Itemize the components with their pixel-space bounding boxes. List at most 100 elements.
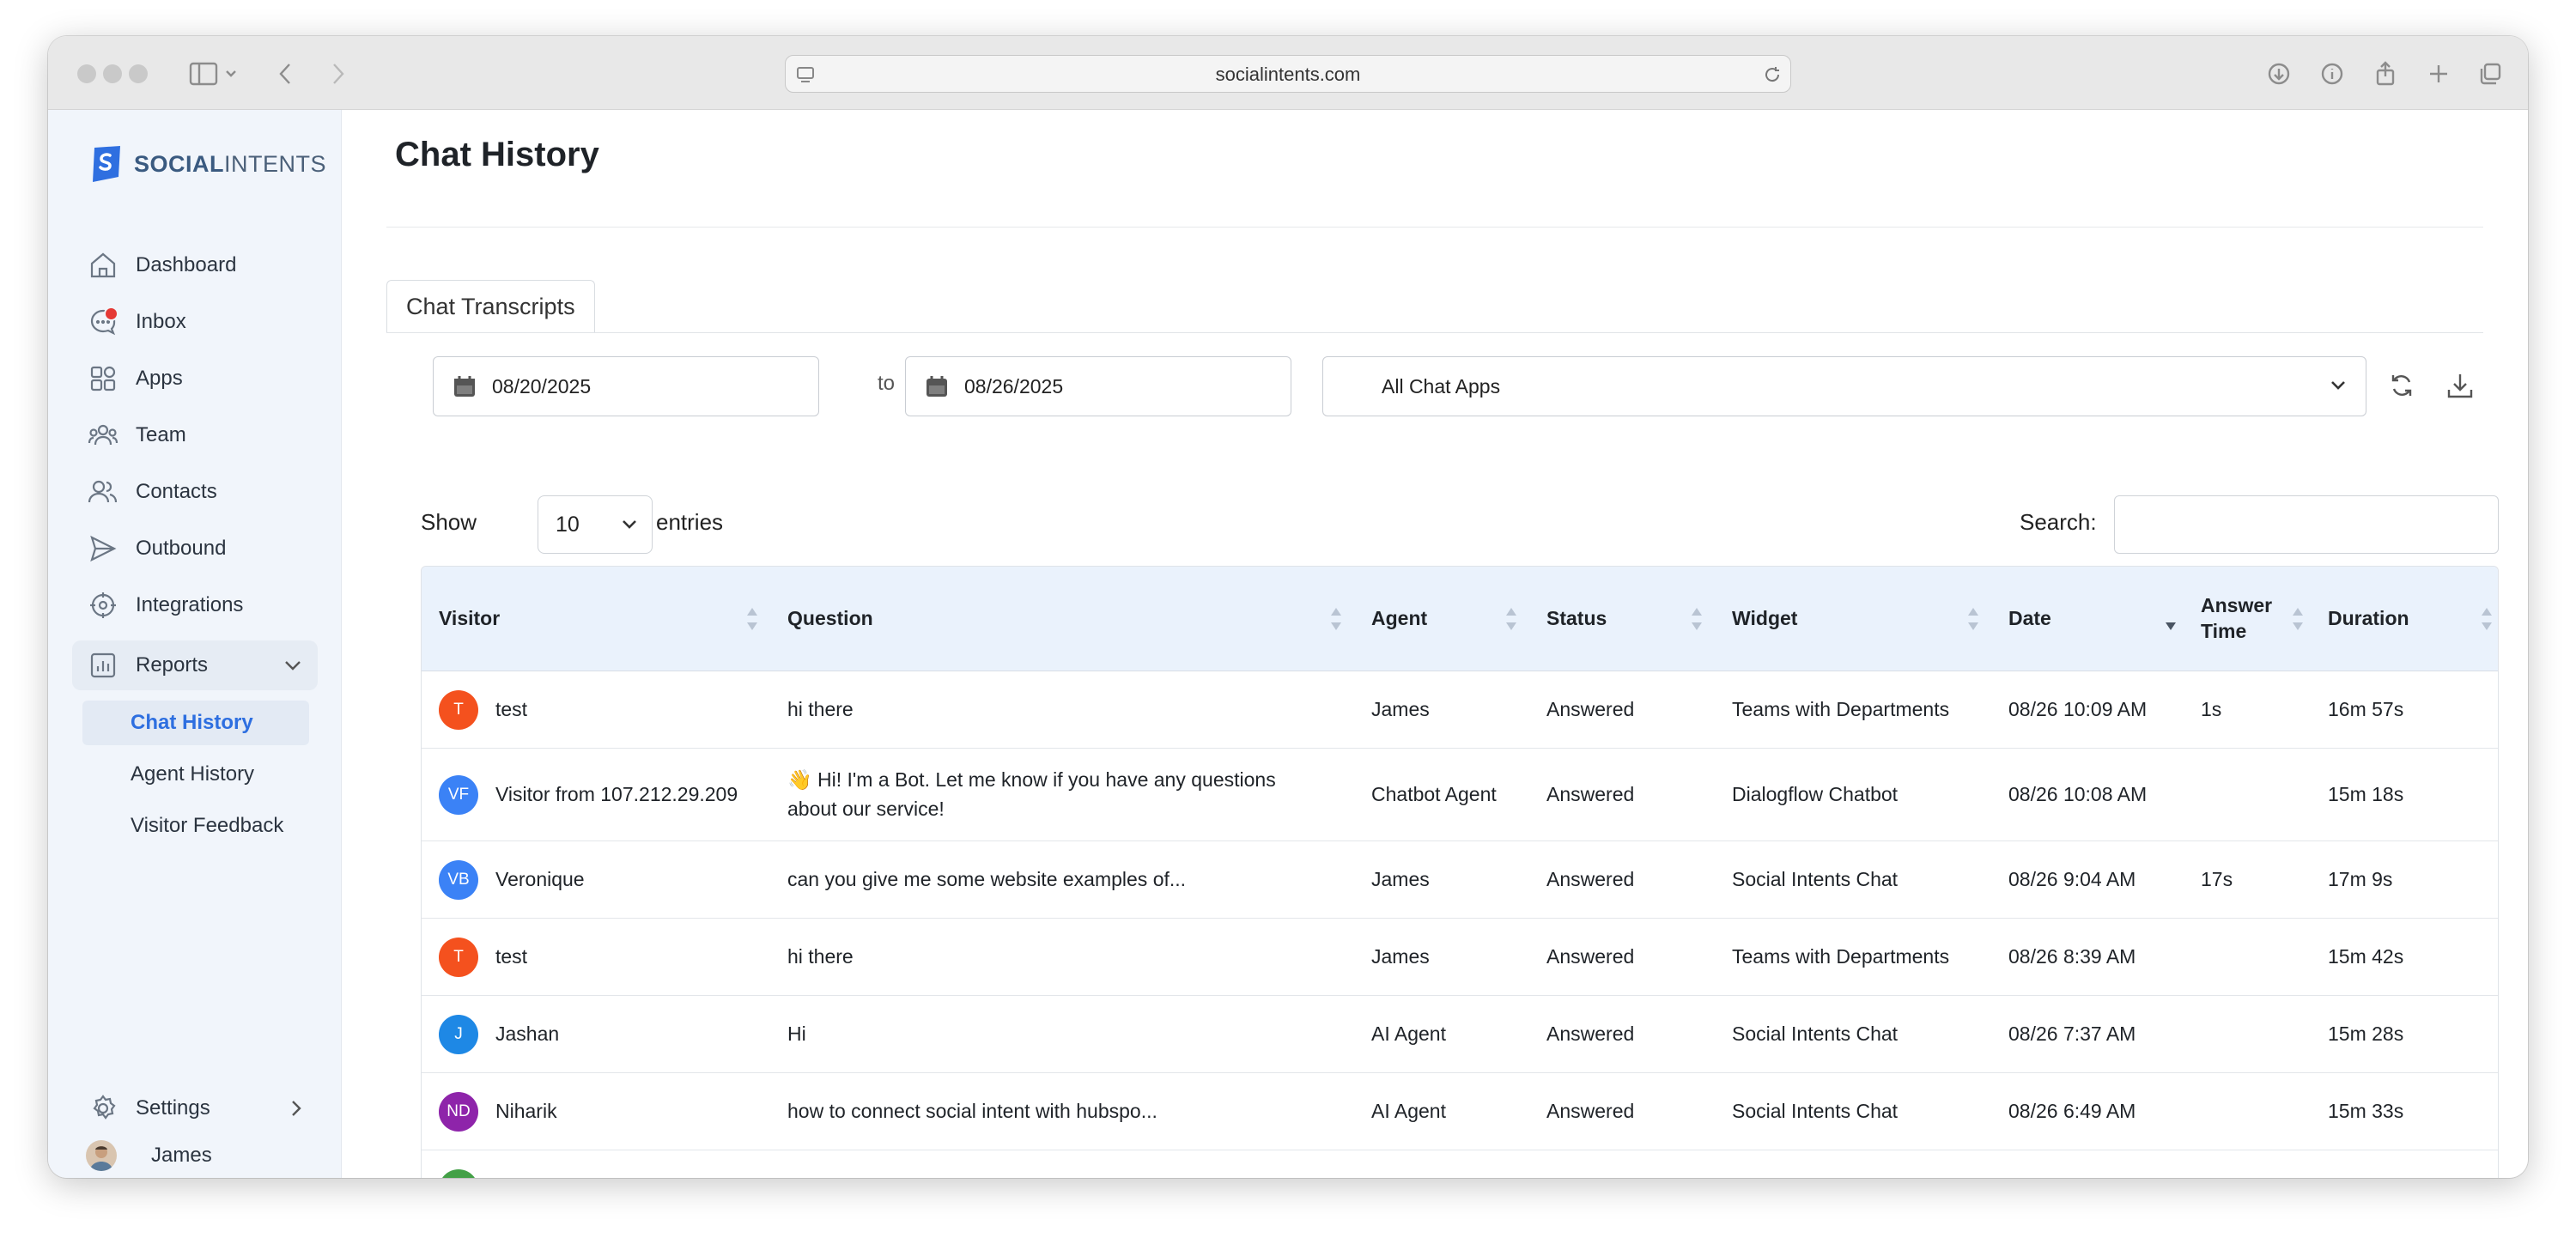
cell-text: Dialogflow Chatbot bbox=[1732, 782, 1899, 805]
minimize-window-button[interactable] bbox=[103, 64, 122, 83]
nav-dashboard[interactable]: Dashboard bbox=[72, 240, 318, 290]
share-icon[interactable] bbox=[2368, 55, 2403, 93]
user-profile[interactable]: James bbox=[86, 1140, 212, 1171]
cell-answer-time: 1s bbox=[2184, 671, 2311, 748]
col-question-label: Question bbox=[787, 607, 873, 630]
cell-text: 08/26 10:08 AM bbox=[2008, 782, 2148, 805]
cell-text: 1s bbox=[2201, 697, 2222, 720]
cell-text: Social Intents Chat bbox=[1732, 1174, 1898, 1178]
cell-text: Social Intents Chat bbox=[1732, 1022, 1899, 1045]
cell-widget: Teams with Departments bbox=[1715, 671, 1991, 748]
cell-text: Answered bbox=[1546, 944, 1635, 968]
date-to-input[interactable]: 08/26/2025 bbox=[905, 356, 1291, 416]
nav-team[interactable]: Team bbox=[72, 410, 318, 460]
main-content: Chat History Chat Transcripts 08/20/2025… bbox=[342, 110, 2528, 1178]
cell-text: 08/26 12:43 AM bbox=[2008, 1174, 2147, 1178]
tab-overview-icon[interactable] bbox=[2473, 55, 2507, 93]
nav-contacts[interactable]: Contacts bbox=[72, 467, 318, 517]
cell-widget: Dialogflow Chatbot bbox=[1715, 749, 1991, 841]
chat-history-table: Visitor Question Agent Status Widget Dat… bbox=[421, 566, 2499, 1178]
col-answer-time[interactable]: Answer Time bbox=[2184, 567, 2311, 671]
col-agent[interactable]: Agent bbox=[1354, 567, 1529, 671]
tab-chat-transcripts[interactable]: Chat Transcripts bbox=[386, 280, 595, 333]
nav-reports[interactable]: Reports bbox=[72, 640, 318, 690]
nav-apps[interactable]: Apps bbox=[72, 354, 318, 404]
cell-date: 08/26 8:39 AM bbox=[1991, 919, 2184, 995]
cell-visitor: Ttest bbox=[422, 671, 770, 748]
cell-date: 08/26 6:49 AM bbox=[1991, 1073, 2184, 1150]
back-icon[interactable] bbox=[268, 55, 302, 93]
nav-label: Team bbox=[136, 423, 186, 446]
forward-icon[interactable] bbox=[321, 55, 355, 93]
cell-question: How do I find my contacts bbox=[770, 1150, 1354, 1178]
cell-text: 17s bbox=[2201, 867, 2233, 890]
cell-text: Hi bbox=[787, 1022, 806, 1045]
cell-agent: Chatbot Agent bbox=[1354, 749, 1529, 841]
table-row[interactable]: VF Visitor from 107.212.29.209 👋 Hi! I'm a… bbox=[422, 749, 2498, 841]
cell-text: can you give me some website examples of… bbox=[787, 867, 1187, 890]
cell-status: Answered bbox=[1529, 841, 1715, 918]
cell-text: 08/26 6:49 AM bbox=[2008, 1099, 2136, 1122]
date-to-value: 08/26/2025 bbox=[964, 374, 1064, 397]
nav-integrations[interactable]: Integrations bbox=[72, 580, 318, 630]
nav-label: Integrations bbox=[136, 593, 244, 616]
search-input[interactable] bbox=[2114, 495, 2499, 554]
chevron-down-icon bbox=[285, 661, 301, 671]
chevron-right-icon bbox=[292, 1101, 301, 1116]
cell-text: Chatbot Agent bbox=[1371, 782, 1497, 805]
sidebar-item-agent-history[interactable]: Agent History bbox=[82, 752, 309, 797]
col-answer-time-label: Time bbox=[2201, 620, 2247, 642]
divider bbox=[386, 227, 2483, 228]
cell-text: 15m 33s bbox=[2328, 1099, 2404, 1122]
new-tab-icon[interactable] bbox=[2421, 55, 2456, 93]
date-range-to-label: to bbox=[878, 372, 896, 395]
cell-duration: 15m 33s bbox=[2311, 1073, 2498, 1150]
col-duration[interactable]: Duration bbox=[2311, 567, 2498, 671]
info-icon[interactable] bbox=[2315, 55, 2349, 93]
address-bar[interactable]: socialintents.com bbox=[785, 55, 1791, 93]
show-label: Show bbox=[421, 509, 477, 535]
sidebar-toggle-icon[interactable] bbox=[184, 55, 244, 93]
table-row[interactable]: ND Niharik how to connect social intent wi… bbox=[422, 1073, 2498, 1150]
table-row[interactable]: M Michael How do I find my contacts AI Agen… bbox=[422, 1150, 2498, 1178]
cell-duration: 45s bbox=[2311, 1150, 2498, 1178]
visitor-avatar: VB bbox=[439, 859, 478, 900]
download-button[interactable] bbox=[2440, 366, 2480, 405]
sidebar-item-chat-history[interactable]: Chat History bbox=[82, 701, 309, 745]
entries-per-page-select[interactable]: 10 bbox=[538, 495, 653, 554]
contacts-icon bbox=[86, 475, 120, 509]
visitor-avatar: ND bbox=[439, 1091, 478, 1132]
visitor-avatar: J bbox=[439, 1014, 478, 1054]
chat-apps-select[interactable]: All Chat Apps bbox=[1322, 356, 2366, 416]
cell-date: 08/26 12:43 AM bbox=[1991, 1150, 2184, 1178]
col-widget[interactable]: Widget bbox=[1715, 567, 1991, 671]
zoom-window-button[interactable] bbox=[129, 64, 148, 83]
table-row[interactable]: VB Veronique can you give me some website … bbox=[422, 841, 2498, 919]
cell-text: 15m 28s bbox=[2328, 1022, 2404, 1045]
reload-icon[interactable] bbox=[1763, 65, 1782, 84]
social-intents-logo[interactable]: SOCIALINTENTS bbox=[88, 144, 326, 184]
cell-text: 08/26 7:37 AM bbox=[2008, 1022, 2136, 1045]
table-header: Visitor Question Agent Status Widget Dat… bbox=[422, 567, 2498, 671]
cell-text: Michael bbox=[495, 1174, 563, 1178]
col-question[interactable]: Question bbox=[770, 567, 1354, 671]
nav-outbound[interactable]: Outbound bbox=[72, 524, 318, 573]
nav-inbox[interactable]: Inbox bbox=[72, 297, 318, 347]
col-visitor[interactable]: Visitor bbox=[422, 567, 770, 671]
sidebar-item-visitor-feedback[interactable]: Visitor Feedback bbox=[82, 804, 309, 848]
col-date[interactable]: Date bbox=[1991, 567, 2184, 671]
cell-answer-time: 1s bbox=[2184, 1150, 2311, 1178]
col-status[interactable]: Status bbox=[1529, 567, 1715, 671]
downloads-icon[interactable] bbox=[2262, 55, 2296, 93]
cell-text: Answered bbox=[1546, 1099, 1635, 1122]
date-from-input[interactable]: 08/20/2025 bbox=[433, 356, 819, 416]
table-row[interactable]: Ttest hi there James Answered Teams with Dep… bbox=[422, 919, 2498, 996]
cell-status: Answered bbox=[1529, 996, 1715, 1072]
table-row[interactable]: J Jashan Hi AI Agent Answered Social Intents … bbox=[422, 996, 2498, 1073]
nav-label: Reports bbox=[136, 653, 209, 677]
cell-duration: 15m 42s bbox=[2311, 919, 2498, 995]
table-row[interactable]: Ttest hi there James Answered Teams with Dep… bbox=[422, 671, 2498, 749]
refresh-button[interactable] bbox=[2382, 366, 2421, 405]
nav-settings[interactable]: Settings bbox=[72, 1083, 318, 1133]
close-window-button[interactable] bbox=[77, 64, 96, 83]
